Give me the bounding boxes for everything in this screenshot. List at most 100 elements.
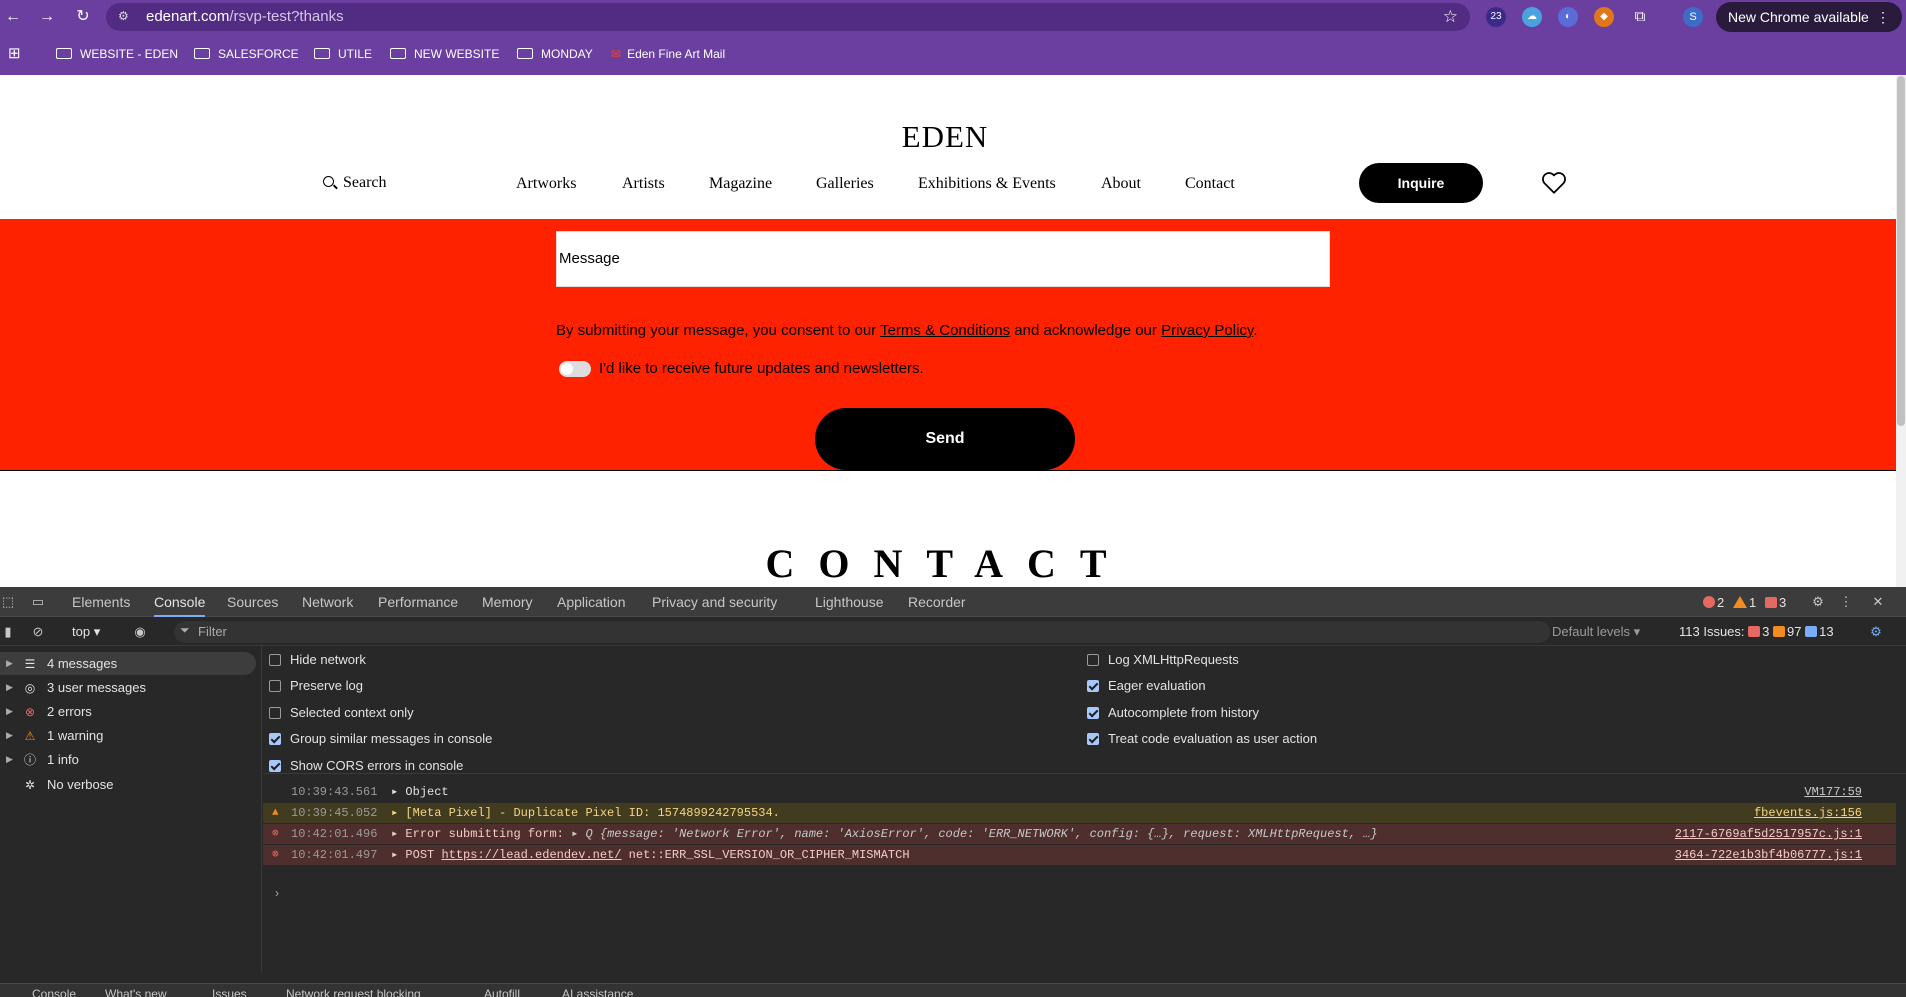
- error-count-badge[interactable]: 2: [1703, 595, 1724, 610]
- bookmark-website-eden[interactable]: WEBSITE - EDEN: [56, 40, 178, 68]
- nav-galleries[interactable]: Galleries: [816, 175, 874, 193]
- bookmark-star-icon[interactable]: ☆: [1443, 7, 1458, 27]
- more-options-icon[interactable]: ⋮: [1838, 594, 1854, 610]
- sidebar-item-errors[interactable]: ▶ ⊗ 2 errors: [0, 700, 256, 723]
- nav-about[interactable]: About: [1101, 175, 1141, 193]
- bookmark-monday[interactable]: MONDAY: [517, 40, 593, 68]
- nav-magazine[interactable]: Magazine: [709, 175, 772, 193]
- log-source-link[interactable]: 2117-6769af5d2517957c.js:1: [1675, 824, 1862, 844]
- log-row-warning[interactable]: ▲ 10:39:45.052 ▸ [Meta Pixel] - Duplicat…: [263, 803, 1896, 823]
- filter-input[interactable]: Filter ⏷: [174, 621, 1550, 643]
- extensions-puzzle-icon[interactable]: ⧉: [1630, 7, 1650, 27]
- tab-memory[interactable]: Memory: [482, 587, 533, 617]
- settings-gear-icon[interactable]: ⚙: [1810, 594, 1826, 610]
- new-chrome-button[interactable]: New Chrome available ⋮: [1716, 2, 1902, 32]
- drawer-tab-whats-new[interactable]: What's new: [105, 984, 167, 997]
- warning-count-badge[interactable]: 1: [1733, 595, 1756, 610]
- drawer-tab-autofill[interactable]: Autofill: [484, 984, 520, 997]
- issue-count-badge[interactable]: 3: [1765, 595, 1786, 610]
- tab-performance[interactable]: Performance: [378, 587, 458, 617]
- log-source-link[interactable]: VM177:59: [1804, 782, 1862, 802]
- fox-extension-icon[interactable]: ◆: [1594, 7, 1614, 27]
- message-textarea[interactable]: Message: [556, 231, 1330, 287]
- drawer-tab-console[interactable]: Console: [32, 984, 76, 997]
- tab-application[interactable]: Application: [557, 587, 626, 617]
- preserve-log-checkbox[interactable]: Preserve log: [269, 678, 363, 693]
- console-settings-icon[interactable]: ⚙: [1868, 624, 1884, 640]
- drawer-tab-ai-assistance[interactable]: AI assistance: [562, 984, 633, 997]
- sidebar-item-verbose[interactable]: ✲ No verbose: [0, 773, 256, 796]
- page-scroll-thumb[interactable]: [1897, 76, 1905, 426]
- close-devtools-icon[interactable]: ✕: [1870, 594, 1886, 610]
- terms-link[interactable]: Terms & Conditions: [880, 322, 1010, 339]
- url-text[interactable]: edenart.com/rsvp-test?thanks: [146, 3, 344, 31]
- vpn-extension-icon[interactable]: ◐: [1558, 7, 1578, 27]
- log-text[interactable]: ▸ [Meta Pixel] - Duplicate Pixel ID: 157…: [391, 803, 780, 823]
- sidebar-item-user-messages[interactable]: ▶ ◎ 3 user messages: [0, 676, 256, 699]
- nav-artworks[interactable]: Artworks: [516, 175, 576, 193]
- extension-icon[interactable]: 23: [1486, 7, 1506, 27]
- bookmark-utile[interactable]: UTILE: [314, 40, 372, 68]
- log-row[interactable]: 10:39:43.561 ▸ Object VM177:59: [263, 782, 1896, 802]
- hide-network-checkbox[interactable]: Hide network: [269, 652, 366, 667]
- drawer-tab-issues[interactable]: Issues: [212, 984, 247, 997]
- tab-elements[interactable]: Elements: [72, 587, 130, 617]
- site-settings-icon[interactable]: ⚙: [118, 9, 132, 23]
- sidebar-item-info[interactable]: ▶ ⓘ 1 info: [0, 748, 256, 771]
- log-levels-dropdown[interactable]: Default levels ▾: [1552, 624, 1640, 640]
- log-source-link[interactable]: fbevents.js:156: [1754, 803, 1862, 823]
- log-text[interactable]: ▸ Object: [391, 782, 449, 802]
- newsletter-toggle[interactable]: [559, 361, 591, 377]
- bookmark-new-website[interactable]: NEW WEBSITE: [390, 40, 499, 68]
- log-object[interactable]: ▸ Q {message: 'Network Error', name: 'Ax…: [571, 827, 1378, 841]
- context-selector[interactable]: top ▾: [72, 624, 100, 640]
- search-link[interactable]: Search: [323, 174, 387, 192]
- tab-recorder[interactable]: Recorder: [908, 587, 966, 617]
- tab-sources[interactable]: Sources: [227, 587, 278, 617]
- tab-lighthouse[interactable]: Lighthouse: [815, 587, 884, 617]
- address-bar[interactable]: ⚙ edenart.com/rsvp-test?thanks ☆: [106, 3, 1470, 31]
- console-prompt[interactable]: ›: [275, 886, 279, 900]
- bookmark-salesforce[interactable]: SALESFORCE: [194, 40, 299, 68]
- cloud-extension-icon[interactable]: ☁: [1522, 7, 1542, 27]
- clear-console-icon[interactable]: ⊘: [30, 624, 46, 640]
- site-logo[interactable]: EDEN: [0, 119, 1890, 155]
- tab-console[interactable]: Console: [154, 587, 206, 617]
- log-source-link[interactable]: 3464-722e1b3bf4b06777.js:1: [1675, 845, 1862, 865]
- group-similar-checkbox[interactable]: Group similar messages in console: [269, 731, 492, 746]
- nav-artists[interactable]: Artists: [622, 175, 665, 193]
- log-row-error[interactable]: ⊗ 10:42:01.496 ▸ Error submitting form: …: [263, 824, 1896, 844]
- device-toolbar-icon[interactable]: ▭: [30, 594, 46, 610]
- apps-grid-icon[interactable]: ⊞: [8, 40, 21, 68]
- back-icon[interactable]: ←: [2, 6, 24, 28]
- sidebar-item-messages[interactable]: ▶ ☰ 4 messages: [0, 652, 256, 675]
- send-button[interactable]: Send: [815, 408, 1075, 470]
- forward-icon[interactable]: →: [36, 6, 58, 28]
- issues-summary[interactable]: 113 Issues: 3 97 13: [1679, 624, 1834, 639]
- heart-icon[interactable]: [1541, 171, 1567, 195]
- bookmark-eden-mail[interactable]: ✉ Eden Fine Art Mail: [611, 40, 725, 68]
- log-text[interactable]: ▸ POST https://lead.edendev.net/ net::ER…: [391, 845, 910, 865]
- drawer-tab-network-blocking[interactable]: Network request blocking: [286, 984, 421, 997]
- sidebar-toggle-icon[interactable]: ▮: [0, 624, 16, 640]
- eye-icon[interactable]: ◉: [132, 624, 148, 640]
- autocomplete-checkbox[interactable]: Autocomplete from history: [1087, 705, 1259, 720]
- log-text[interactable]: ▸ Error submitting form: ▸ Q {message: '…: [391, 824, 1378, 844]
- tab-privacy-security[interactable]: Privacy and security: [652, 587, 777, 617]
- sidebar-item-warnings[interactable]: ▶ ⚠ 1 warning: [0, 724, 256, 747]
- inquire-button[interactable]: Inquire: [1359, 163, 1483, 203]
- nav-contact[interactable]: Contact: [1185, 175, 1235, 193]
- selected-context-checkbox[interactable]: Selected context only: [269, 705, 414, 720]
- request-url-link[interactable]: https://lead.edendev.net/: [441, 848, 621, 862]
- inspect-element-icon[interactable]: ⬚: [0, 594, 16, 610]
- log-row-error[interactable]: ⊗ 10:42:01.497 ▸ POST https://lead.edend…: [263, 845, 1896, 865]
- cors-errors-checkbox[interactable]: Show CORS errors in console: [269, 758, 463, 773]
- profile-avatar[interactable]: S: [1683, 7, 1703, 27]
- reload-icon[interactable]: ↻: [72, 6, 94, 28]
- log-xhr-checkbox[interactable]: Log XMLHttpRequests: [1087, 652, 1239, 667]
- nav-exhibitions[interactable]: Exhibitions & Events: [918, 175, 1056, 193]
- eager-evaluation-checkbox[interactable]: Eager evaluation: [1087, 678, 1206, 693]
- tab-network[interactable]: Network: [302, 587, 353, 617]
- privacy-link[interactable]: Privacy Policy: [1161, 322, 1253, 339]
- user-action-checkbox[interactable]: Treat code evaluation as user action: [1087, 731, 1317, 746]
